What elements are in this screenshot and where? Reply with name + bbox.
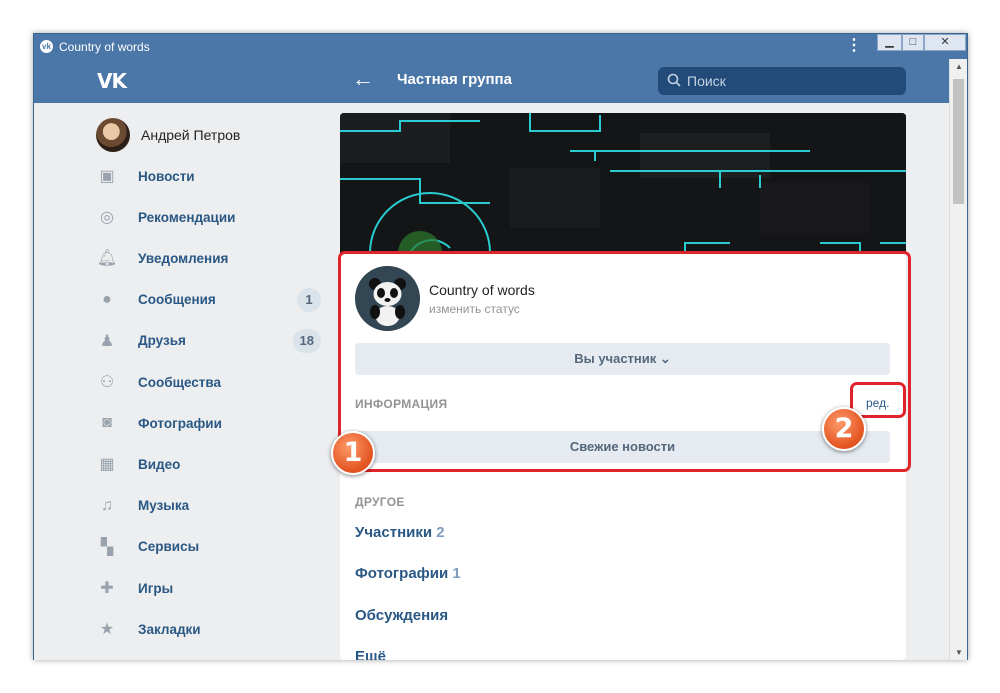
window-title: Country of words	[59, 40, 150, 54]
other-link-count: 2	[436, 524, 445, 541]
vk-app-icon: vk	[40, 40, 53, 53]
other-link-2[interactable]: Обсуждения	[355, 607, 448, 624]
group-cover	[340, 113, 906, 253]
sidebar-item-label: Уведомления	[138, 250, 229, 266]
left-sidebar: Андрей Петров ▣ Новости ◎ Рекомендации 🔔︎ Уве…	[34, 103, 334, 660]
sidebar-item-7[interactable]: ▦ Видео	[96, 447, 321, 481]
sidebar-item-label: Сообщества	[138, 374, 222, 390]
title-bar: vk Country of words ⋮ ▁ □ ✕	[34, 34, 967, 59]
film-icon: ▦	[99, 456, 115, 474]
marker-2: 2	[822, 407, 866, 451]
app-window: vk Country of words ⋮ ▁ □ ✕ VK ← Частная…	[33, 33, 968, 660]
grid-icon: ▚	[100, 538, 114, 556]
marker-1: 1	[331, 431, 375, 475]
vertical-scrollbar[interactable]: ▲ ▼	[949, 59, 967, 660]
other-link-count: 1	[452, 565, 461, 583]
cover-image	[340, 113, 906, 253]
scroll-up-icon[interactable]: ▲	[955, 62, 963, 71]
main-content: Андрей Петров ▣ Новости ◎ Рекомендации 🔔︎ Уве…	[34, 103, 949, 660]
minimize-button[interactable]: ▁	[877, 34, 902, 51]
other-link-0[interactable]: Участники 2	[355, 524, 445, 541]
sidebar-item-label: Рекомендации	[138, 209, 236, 225]
sidebar-item-label: Сервисы	[138, 539, 200, 555]
compass-icon: ◎	[100, 209, 114, 227]
bell-icon: 🔔︎	[96, 250, 118, 268]
count-badge: 1	[297, 287, 321, 312]
scroll-down-icon[interactable]: ▼	[955, 648, 963, 657]
search-icon	[667, 73, 681, 87]
other-link-1[interactable]: Фотографии 1	[355, 565, 461, 582]
avatar	[96, 118, 130, 152]
sidebar-item-label: Видео	[138, 456, 181, 472]
sidebar-item-label: Игры	[138, 580, 174, 596]
back-arrow-icon[interactable]: ←	[352, 67, 374, 91]
other-link-3[interactable]: Ещё	[355, 648, 386, 660]
sidebar-item-0[interactable]: ▣ Новости	[96, 159, 321, 193]
sidebar-item-label: Друзья	[138, 333, 186, 349]
sidebar-item-label: Новости	[138, 168, 195, 184]
sidebar-item-2[interactable]: 🔔︎ Уведомления	[96, 241, 321, 275]
profile-name: Андрей Петров	[141, 127, 241, 143]
sidebar-item-8[interactable]: ♫ Музыка	[96, 489, 321, 523]
gamepad-icon: ✚	[100, 580, 114, 597]
other-section-label: ДРУГОЕ	[355, 495, 405, 509]
other-link-label: Участники	[355, 524, 433, 541]
other-link-label: Обсуждения	[355, 606, 449, 624]
music-note-icon: ♫	[101, 496, 113, 514]
close-button[interactable]: ✕	[924, 34, 966, 51]
search-input[interactable]: Поиск	[658, 67, 906, 95]
sidebar-item-5[interactable]: ⚇ Сообщества	[96, 365, 321, 399]
scroll-thumb[interactable]	[953, 79, 964, 204]
count-badge: 18	[292, 328, 321, 353]
window-controls: ▁ □ ✕	[877, 34, 966, 51]
camera-icon: ◙	[102, 414, 112, 432]
people-icon: ⚇	[99, 374, 115, 391]
other-link-label: Ещё	[355, 647, 387, 660]
sidebar-item-10[interactable]: ✚ Игры	[96, 571, 321, 605]
sidebar-item-label: Фотографии	[138, 415, 222, 431]
sidebar-item-1[interactable]: ◎ Рекомендации	[96, 200, 321, 234]
sidebar-item-6[interactable]: ◙ Фотографии	[96, 406, 321, 440]
page-title: Частная группа	[397, 71, 512, 88]
sidebar-item-label: Сообщения	[138, 292, 216, 308]
sidebar-item-11[interactable]: ★ Закладки	[96, 612, 321, 646]
sidebar-item-3[interactable]: ● Сообщения 1	[96, 283, 321, 317]
chat-icon: ●	[102, 290, 112, 308]
top-header: VK ← Частная группа Поиск	[34, 59, 949, 103]
news-icon: ▣	[99, 168, 115, 185]
more-menu-icon[interactable]: ⋮	[846, 37, 862, 55]
sidebar-item-label: Музыка	[138, 498, 190, 514]
person-icon: ♟	[99, 332, 115, 350]
sidebar-item-label: Закладки	[138, 621, 201, 637]
sidebar-item-9[interactable]: ▚ Сервисы	[96, 530, 321, 564]
search-placeholder: Поиск	[687, 73, 726, 89]
star-icon: ★	[99, 621, 115, 639]
profile-link[interactable]: Андрей Петров	[96, 117, 240, 153]
maximize-button[interactable]: □	[902, 34, 924, 51]
other-link-label: Фотографии	[355, 565, 449, 583]
vk-logo[interactable]: VK	[97, 69, 127, 93]
sidebar-item-4[interactable]: ♟ Друзья 18	[96, 324, 321, 358]
